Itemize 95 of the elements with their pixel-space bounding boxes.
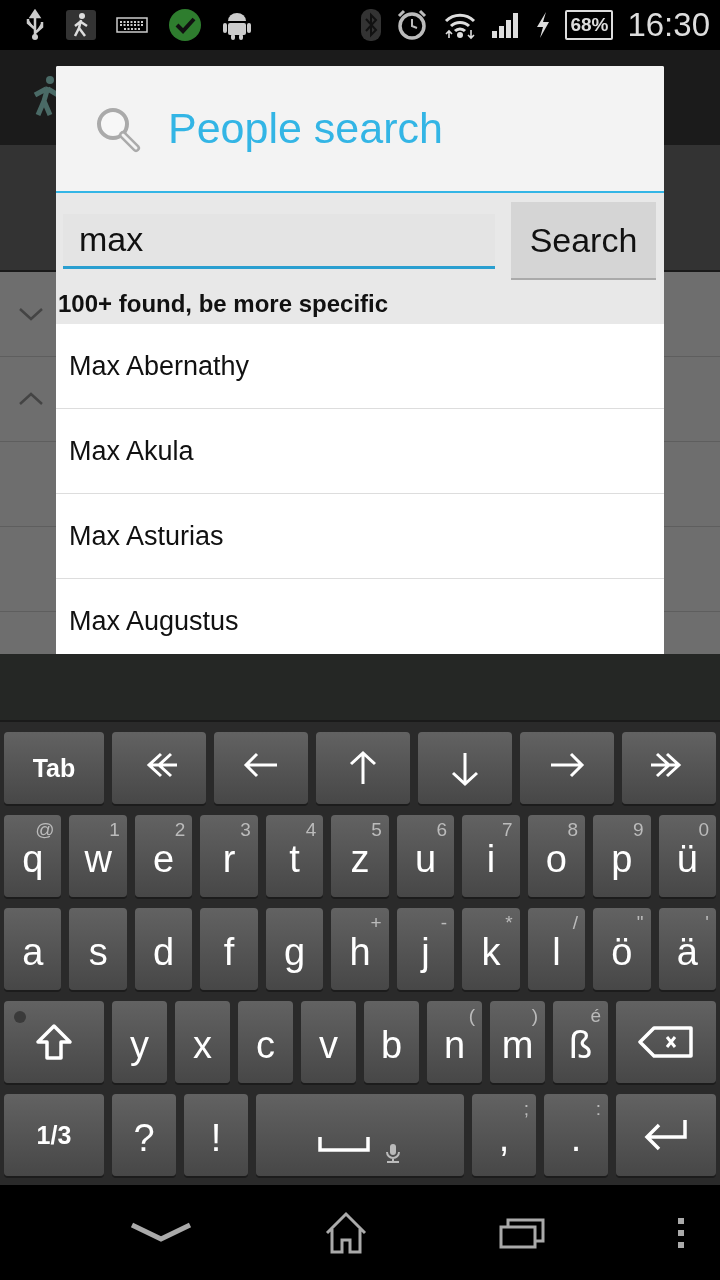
search-field[interactable]: max <box>63 213 495 269</box>
key-hint: 3 <box>240 819 251 841</box>
arrow-key[interactable] <box>316 732 410 804</box>
search-button[interactable]: Search <box>511 202 656 280</box>
key-hint: : <box>595 1098 601 1120</box>
keyboard-key[interactable]: t 4 <box>265 815 324 897</box>
result-item[interactable]: Max Abernathy <box>56 324 664 409</box>
keyboard-key[interactable]: n ( <box>427 1001 482 1083</box>
keyboard-icon <box>116 15 148 35</box>
result-item[interactable]: Max Asturias <box>56 494 664 579</box>
chevron-down-icon <box>18 307 44 321</box>
shift-key[interactable] <box>4 1001 104 1083</box>
arrow-key[interactable] <box>214 732 308 804</box>
shift-icon <box>34 1023 74 1061</box>
keyboard-key[interactable]: ä ' <box>658 908 716 990</box>
keyboard-key[interactable]: z 5 <box>331 815 389 897</box>
keyboard-key[interactable]: x <box>175 1001 230 1083</box>
backspace-key[interactable] <box>616 1001 716 1083</box>
result-item[interactable]: Max Akula <box>56 409 664 494</box>
key-hint: 6 <box>436 819 448 841</box>
keyboard-key[interactable]: g <box>265 908 324 990</box>
key-hint: 7 <box>502 819 513 841</box>
recent-apps-icon[interactable] <box>499 1216 546 1249</box>
keyboard-key[interactable]: p 9 <box>593 815 651 897</box>
keyboard-key[interactable]: e 2 <box>134 815 193 897</box>
key-hint: " <box>636 912 644 934</box>
keyboard-key[interactable]: , ; <box>472 1094 536 1176</box>
bluetooth-icon <box>361 9 382 41</box>
clock-time: 16:30 <box>627 6 710 44</box>
keyboard-key[interactable]: h + <box>331 908 389 990</box>
key-hint: * <box>505 912 513 934</box>
enter-key[interactable] <box>616 1094 716 1176</box>
space-key[interactable] <box>256 1094 464 1176</box>
keyboard-key[interactable]: j - <box>396 908 455 990</box>
keyboard-key[interactable]: . : <box>544 1094 608 1176</box>
key-hint: 0 <box>698 819 709 841</box>
keyboard-key[interactable]: i 7 <box>462 815 520 897</box>
backspace-icon <box>638 1025 694 1059</box>
dialog-title: People search <box>168 104 443 153</box>
key-hint: ; <box>523 1098 529 1120</box>
key-hint: 9 <box>632 819 644 841</box>
keyboard-key[interactable]: r 3 <box>200 815 258 897</box>
keyboard-key[interactable]: f <box>200 908 258 990</box>
caps-lock-light <box>14 1011 26 1023</box>
arrow-key[interactable] <box>418 732 512 804</box>
key-hint: ) <box>531 1005 538 1027</box>
keyboard-key[interactable]: Tab <box>4 732 104 804</box>
arrow-key[interactable] <box>622 732 716 804</box>
keyboard-key[interactable]: d <box>134 908 193 990</box>
key-hint: 1 <box>109 819 120 841</box>
keyboard-key[interactable]: l / <box>527 908 586 990</box>
keyboard-key[interactable]: ö " <box>593 908 651 990</box>
chevron-up-icon <box>18 392 44 406</box>
back-icon[interactable] <box>130 1220 192 1245</box>
result-item[interactable]: Max Augustus <box>56 579 664 654</box>
space-bar-icon <box>318 1135 370 1153</box>
walking-figure-icon <box>66 10 96 40</box>
result-message: 100+ found, be more specific <box>56 286 664 324</box>
key-hint: é <box>590 1005 601 1027</box>
key-hint: 4 <box>305 819 317 841</box>
keyboard-key[interactable]: ! <box>184 1094 248 1176</box>
keyboard-key[interactable]: c <box>238 1001 293 1083</box>
keyboard-key[interactable]: y <box>112 1001 167 1083</box>
arrow-key[interactable] <box>112 732 206 804</box>
keyboard-key[interactable]: q @ <box>4 815 62 897</box>
key-hint: 5 <box>371 819 382 841</box>
key-hint: @ <box>35 819 55 841</box>
keyboard-key[interactable]: v <box>301 1001 356 1083</box>
keyboard-key[interactable]: s <box>69 908 127 990</box>
keyboard-key[interactable]: ß é <box>553 1001 608 1083</box>
arrow-key[interactable] <box>520 732 614 804</box>
usb-icon <box>24 9 46 41</box>
key-hint: ( <box>468 1005 475 1027</box>
keyboard-key[interactable]: a <box>4 908 62 990</box>
key-hint: ' <box>705 912 709 934</box>
charging-bolt-icon <box>535 11 552 39</box>
key-hint: 8 <box>567 819 579 841</box>
keyboard-key[interactable]: ? <box>112 1094 176 1176</box>
keyboard-key[interactable]: u 6 <box>396 815 455 897</box>
keyboard-key[interactable]: 1/3 <box>4 1094 104 1176</box>
keyboard-key[interactable]: ü 0 <box>658 815 716 897</box>
key-hint: / <box>572 912 579 934</box>
key-hint: - <box>440 912 448 934</box>
overflow-menu-icon[interactable] <box>675 1216 686 1249</box>
keyboard-key[interactable]: w 1 <box>69 815 127 897</box>
keyboard-key[interactable]: o 8 <box>527 815 586 897</box>
keyboard-key[interactable]: k * <box>462 908 520 990</box>
battery-level: 68% <box>570 14 609 36</box>
keyboard-key[interactable]: m ) <box>490 1001 545 1083</box>
microphone-icon <box>384 1143 402 1163</box>
check-circle-icon <box>168 8 202 42</box>
keyboard-key[interactable]: b <box>364 1001 419 1083</box>
enter-icon <box>643 1117 689 1153</box>
key-hint: 2 <box>174 819 186 841</box>
key-hint: + <box>370 912 382 934</box>
